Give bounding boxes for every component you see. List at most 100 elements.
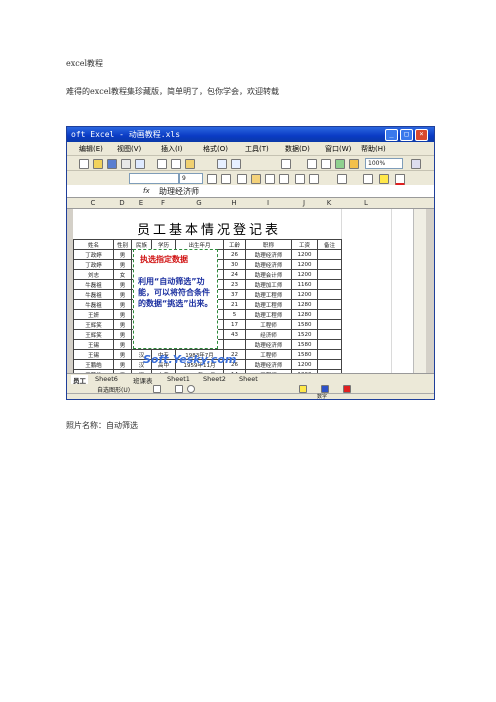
- table-cell[interactable]: 王妍: [73, 309, 114, 320]
- column-header[interactable]: K: [317, 198, 341, 208]
- table-cell[interactable]: 30: [223, 259, 246, 270]
- table-cell[interactable]: 助理经济师: [245, 339, 292, 350]
- table-cell[interactable]: 1200: [291, 259, 318, 270]
- autosum-icon[interactable]: [281, 159, 291, 169]
- bold-icon[interactable]: [207, 174, 217, 184]
- chart-icon[interactable]: [335, 159, 345, 169]
- font-color-icon[interactable]: [395, 174, 405, 185]
- table-cell[interactable]: 助理经济师: [245, 249, 292, 260]
- table-cell[interactable]: 1580: [291, 339, 318, 350]
- table-cell[interactable]: 牛磊祖: [73, 279, 114, 290]
- sheet-tab[interactable]: Sheet2: [203, 375, 226, 383]
- column-header[interactable]: L: [341, 198, 391, 208]
- merge-icon[interactable]: [279, 174, 289, 184]
- help-icon[interactable]: [411, 159, 421, 169]
- table-cell[interactable]: 男: [113, 309, 132, 320]
- table-cell[interactable]: 助理经济师: [245, 259, 292, 270]
- table-cell[interactable]: 王锡: [73, 339, 114, 350]
- oval-icon[interactable]: [187, 385, 195, 393]
- table-cell[interactable]: [317, 319, 342, 330]
- italic-icon[interactable]: [221, 174, 231, 184]
- print-icon[interactable]: [121, 159, 131, 169]
- table-cell[interactable]: 男: [113, 289, 132, 300]
- table-cell[interactable]: 丁政婷: [73, 249, 114, 260]
- sheet-tab[interactable]: Sheet6: [95, 375, 118, 383]
- table-cell[interactable]: [223, 339, 246, 350]
- sheet-tab[interactable]: Sheet: [239, 375, 258, 383]
- table-cell[interactable]: 男: [113, 249, 132, 260]
- table-cell[interactable]: 1200: [291, 289, 318, 300]
- redo-icon[interactable]: [231, 159, 241, 169]
- table-cell[interactable]: [317, 259, 342, 270]
- worksheet-grid[interactable]: 员工基本情况登记表 姓名性别民族学历出生年月工龄职称工资备注 丁政婷男汉大专19…: [73, 209, 413, 373]
- vertical-scrollbar[interactable]: [413, 209, 426, 373]
- table-cell[interactable]: [317, 359, 342, 370]
- table-cell[interactable]: 男: [113, 339, 132, 350]
- drawing-icon[interactable]: [349, 159, 359, 169]
- fill-icon[interactable]: [299, 385, 307, 393]
- table-cell[interactable]: 24: [223, 269, 246, 280]
- table-cell[interactable]: 21: [223, 299, 246, 310]
- menu-data[interactable]: 数据(D): [285, 144, 310, 154]
- borders-icon[interactable]: [363, 174, 373, 184]
- comma-icon[interactable]: [309, 174, 319, 184]
- table-cell[interactable]: 37: [223, 289, 246, 300]
- table-cell[interactable]: 男: [113, 359, 132, 370]
- menu-edit[interactable]: 编辑(E): [79, 144, 103, 154]
- table-cell[interactable]: 助理工程师: [245, 309, 292, 320]
- table-cell[interactable]: 王鹏皓: [73, 359, 114, 370]
- table-cell[interactable]: 经济师: [245, 329, 292, 340]
- zoom-select[interactable]: 100%: [365, 158, 403, 169]
- table-cell[interactable]: 1280: [291, 299, 318, 310]
- copy-icon[interactable]: [171, 159, 181, 169]
- close-icon[interactable]: ×: [415, 129, 428, 141]
- table-cell[interactable]: 王辉笑: [73, 319, 114, 330]
- table-cell[interactable]: 助理加工师: [245, 279, 292, 290]
- table-cell[interactable]: 17: [223, 319, 246, 330]
- sheet-tab[interactable]: Sheet1: [167, 375, 190, 383]
- align-left-icon[interactable]: [237, 174, 247, 184]
- table-cell[interactable]: 23: [223, 279, 246, 290]
- table-cell[interactable]: 1580: [291, 349, 318, 360]
- table-cell[interactable]: 1200: [291, 249, 318, 260]
- table-cell[interactable]: 助理工程师: [245, 289, 292, 300]
- table-cell[interactable]: 1580: [291, 319, 318, 330]
- table-cell[interactable]: [317, 339, 342, 350]
- menu-help[interactable]: 帮助(H): [361, 144, 386, 154]
- table-cell[interactable]: 工程师: [245, 349, 292, 360]
- font-select[interactable]: [129, 173, 179, 184]
- sort-asc-icon[interactable]: [307, 159, 317, 169]
- table-cell[interactable]: 1520: [291, 329, 318, 340]
- table-cell[interactable]: 男: [113, 329, 132, 340]
- table-cell[interactable]: 1200: [291, 269, 318, 280]
- rectangle-icon[interactable]: [175, 385, 183, 393]
- table-cell[interactable]: 王辉笑: [73, 329, 114, 340]
- table-cell[interactable]: 43: [223, 329, 246, 340]
- table-cell[interactable]: [317, 309, 342, 320]
- table-cell[interactable]: 工程师: [245, 319, 292, 330]
- text-color-icon[interactable]: [343, 385, 351, 393]
- table-cell[interactable]: 1200: [291, 359, 318, 370]
- table-cell[interactable]: 1280: [291, 309, 318, 320]
- table-cell[interactable]: 刘志: [73, 269, 114, 280]
- minimize-icon[interactable]: _: [385, 129, 398, 141]
- table-cell[interactable]: 男: [113, 279, 132, 290]
- table-cell[interactable]: [317, 249, 342, 260]
- table-cell[interactable]: 男: [113, 299, 132, 310]
- table-cell[interactable]: 助理经济师: [245, 359, 292, 370]
- column-header[interactable]: C: [73, 198, 113, 208]
- menu-format[interactable]: 格式(O): [203, 144, 228, 154]
- table-cell[interactable]: 助理工程师: [245, 299, 292, 310]
- table-cell[interactable]: [317, 329, 342, 340]
- column-header[interactable]: G: [175, 198, 223, 208]
- menu-tools[interactable]: 工具(T): [245, 144, 269, 154]
- line-icon[interactable]: [153, 385, 161, 393]
- table-cell[interactable]: 男: [113, 349, 132, 360]
- table-cell[interactable]: [317, 289, 342, 300]
- align-center-icon[interactable]: [251, 174, 261, 184]
- formula-input[interactable]: 助理经济师: [159, 186, 199, 197]
- table-cell[interactable]: 26: [223, 249, 246, 260]
- table-cell[interactable]: 丁政婷: [73, 259, 114, 270]
- column-header[interactable]: J: [291, 198, 317, 208]
- table-cell[interactable]: 男: [113, 319, 132, 330]
